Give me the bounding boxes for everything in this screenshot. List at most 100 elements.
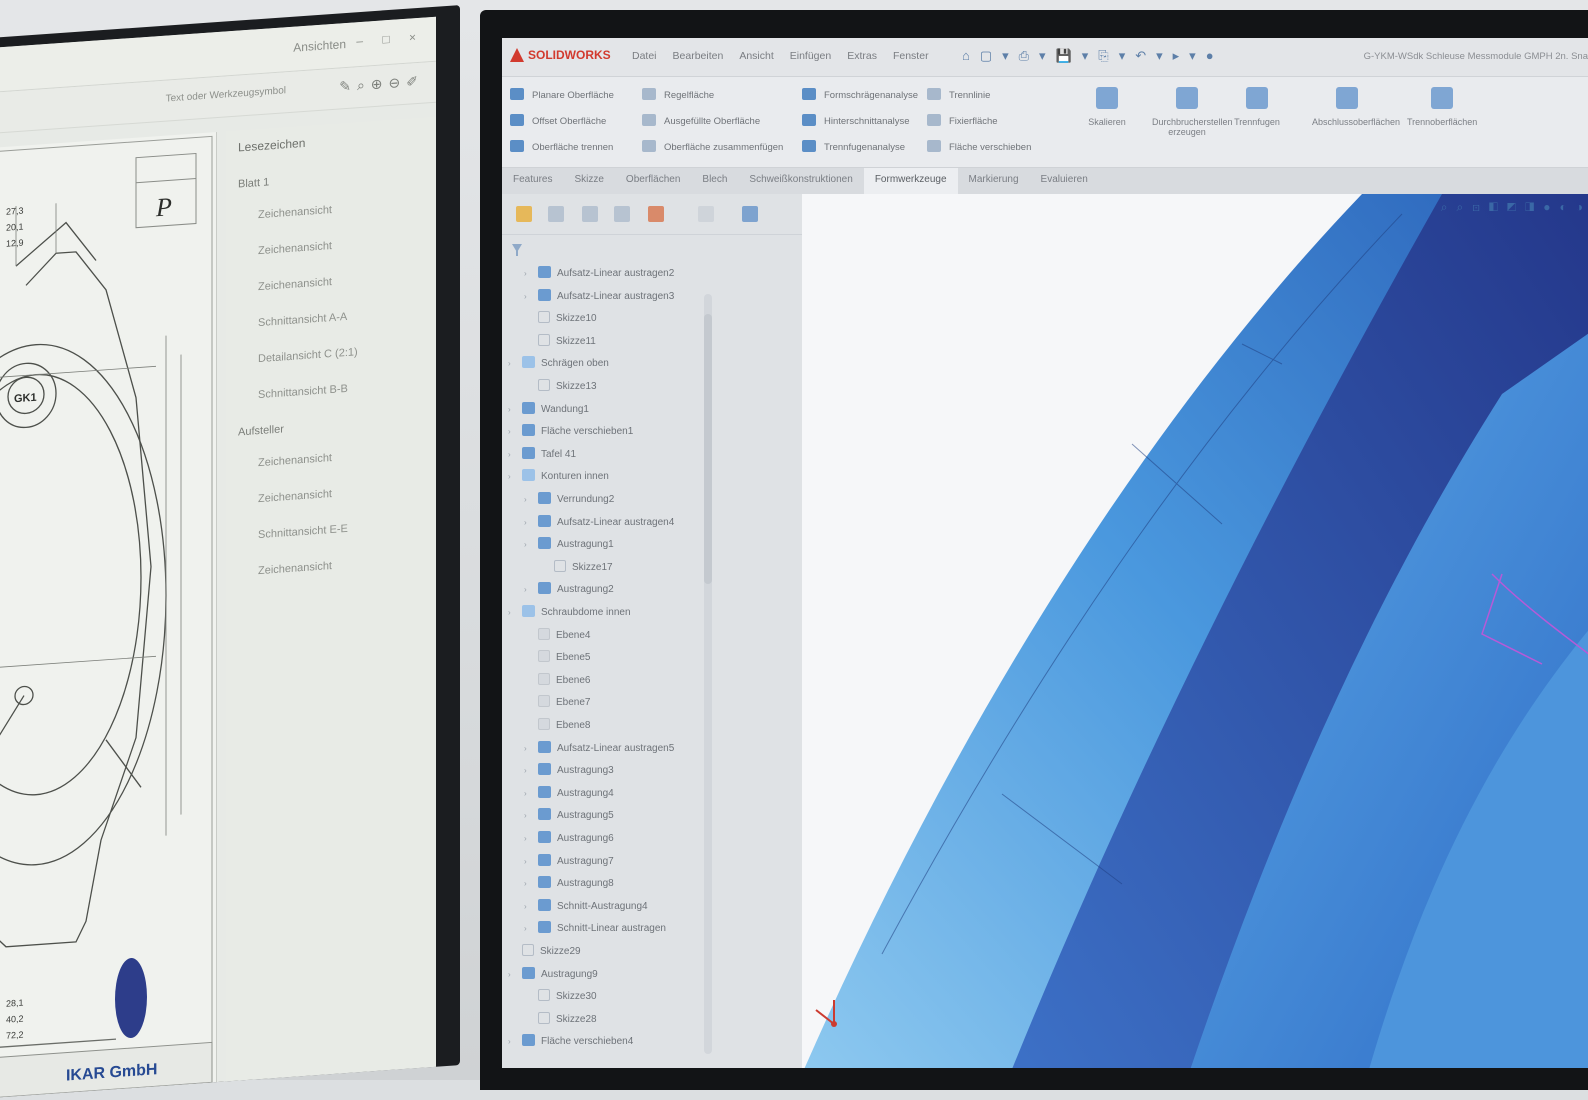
expand-chevron-icon[interactable]: › xyxy=(524,744,534,753)
ribbon-large-button[interactable]: Trennfugen xyxy=(1222,87,1292,127)
ribbon-button[interactable]: Trennlinie xyxy=(927,83,1031,109)
graphics-viewport[interactable]: ⌕⌕⊡◧◩◨●◐◑ xyxy=(802,194,1588,1068)
feature-tree-item[interactable]: › Wandung1 xyxy=(508,401,589,422)
feature-tree-item[interactable]: › Aufsatz-Linear austragen4 xyxy=(524,514,674,535)
feature-tree-tab-icon[interactable] xyxy=(516,206,532,222)
expand-chevron-icon[interactable]: › xyxy=(508,405,518,414)
ribbon-button[interactable]: Planare Oberfläche xyxy=(510,83,614,109)
menu-item[interactable]: Bearbeiten xyxy=(673,50,724,62)
expand-chevron-icon[interactable]: › xyxy=(524,495,534,504)
feature-tree-item[interactable]: › Aufsatz-Linear austragen5 xyxy=(524,740,674,761)
menu-item[interactable]: Einfügen xyxy=(790,50,831,62)
expand-chevron-icon[interactable]: › xyxy=(508,450,518,459)
expand-chevron-icon[interactable]: › xyxy=(524,879,534,888)
feature-tree-item[interactable]: › Austragung9 xyxy=(508,966,598,987)
expand-chevron-icon[interactable]: › xyxy=(524,585,534,594)
menu-item[interactable]: Ansicht xyxy=(739,50,773,62)
quick-access-icons[interactable]: ⌂▢▾⎙▾💾▾⎘▾↶▾▸▾● xyxy=(962,48,1224,64)
feature-tree-item[interactable]: Skizze10 xyxy=(524,311,597,331)
feature-tree-item[interactable]: Ebene4 xyxy=(524,627,590,648)
feature-tree-item[interactable]: › Austragung7 xyxy=(524,853,614,874)
feature-tree-item[interactable]: Ebene6 xyxy=(524,672,590,693)
feature-tree-item[interactable]: › Austragung8 xyxy=(524,876,614,896)
feature-tree-item[interactable]: › Fläche verschieben4 xyxy=(508,1034,633,1054)
arrow-left-icon[interactable] xyxy=(698,206,714,222)
feature-tree-item[interactable]: Skizze13 xyxy=(524,379,597,399)
feature-tree-item[interactable]: Skizze28 xyxy=(524,1011,597,1032)
command-tab[interactable]: Markierung xyxy=(958,168,1030,194)
expand-chevron-icon[interactable]: › xyxy=(524,540,534,549)
expand-chevron-icon[interactable]: › xyxy=(524,766,534,775)
feature-tree-item[interactable]: › Austragung2 xyxy=(524,582,614,602)
ribbon-button[interactable]: Oberfläche zusammenfügen xyxy=(642,135,783,161)
ribbon-button[interactable]: Regelfläche xyxy=(642,83,783,109)
feature-tree-item[interactable]: › Austragung5 xyxy=(524,808,614,828)
feature-tree-item[interactable]: Skizze29 xyxy=(508,944,581,964)
expand-chevron-icon[interactable]: › xyxy=(524,924,534,933)
appearance-icon[interactable] xyxy=(742,206,758,222)
command-tab[interactable]: Formwerkzeuge xyxy=(863,168,958,194)
feature-tree-item[interactable]: › Austragung1 xyxy=(524,537,614,557)
expand-chevron-icon[interactable]: › xyxy=(524,834,534,843)
window-controls-icon[interactable]: – □ × xyxy=(356,30,424,49)
ribbon-large-button[interactable]: Durchbrucherstellen erzeugen xyxy=(1152,87,1233,137)
display-manager-tab-icon[interactable] xyxy=(648,206,664,222)
feature-tree-item[interactable]: Ebene7 xyxy=(524,695,590,715)
feature-tree-item[interactable]: › Schraubdome innen xyxy=(508,605,631,625)
menu-item[interactable]: Datei xyxy=(632,50,657,62)
ribbon-button[interactable]: Fixierfläche xyxy=(927,109,1031,135)
ribbon-button[interactable]: Hinterschnittanalyse xyxy=(802,109,918,135)
expand-chevron-icon[interactable]: › xyxy=(524,902,534,911)
feature-tree-item[interactable]: Skizze11 xyxy=(524,333,596,354)
feature-tree-item[interactable]: Skizze17 xyxy=(540,559,613,580)
command-tab[interactable]: Blech xyxy=(691,168,738,194)
expand-chevron-icon[interactable]: › xyxy=(524,518,534,527)
expand-chevron-icon[interactable]: › xyxy=(508,1037,518,1046)
command-tab[interactable]: Schweißkonstruktionen xyxy=(738,168,863,194)
expand-chevron-icon[interactable]: › xyxy=(508,608,518,617)
solidworks-logo[interactable]: SOLIDWORKS xyxy=(510,48,611,62)
ribbon-button[interactable]: Offset Oberfläche xyxy=(510,109,614,135)
feature-tree-item[interactable]: › Aufsatz-Linear austragen3 xyxy=(524,288,674,309)
ribbon-button[interactable]: Trennfugenanalyse xyxy=(802,135,918,161)
tree-scrollbar[interactable] xyxy=(704,294,712,1054)
feature-tree-item[interactable]: › Fläche verschieben1 xyxy=(508,424,633,444)
feature-tree-item[interactable]: › Austragung3 xyxy=(524,763,614,783)
ribbon-button[interactable]: Formschrägenanalyse xyxy=(802,83,918,109)
command-tab[interactable]: Oberflächen xyxy=(615,168,691,194)
command-tab[interactable]: Skizze xyxy=(563,168,614,194)
feature-tree-item[interactable]: Skizze30 xyxy=(524,989,597,1009)
ribbon-button[interactable]: Fläche verschieben xyxy=(927,135,1031,161)
feature-tree-item[interactable]: › Austragung4 xyxy=(524,785,614,806)
expand-chevron-icon[interactable]: › xyxy=(508,359,518,368)
ribbon-large-button[interactable]: Skalieren xyxy=(1072,87,1142,127)
feature-tree-item[interactable]: › Konturen innen xyxy=(508,469,609,489)
feature-tree-item[interactable]: › Austragung6 xyxy=(524,831,614,851)
feature-tree-item[interactable]: › Aufsatz-Linear austragen2 xyxy=(524,266,674,286)
expand-chevron-icon[interactable]: › xyxy=(524,857,534,866)
pdf-tools-icon[interactable]: ✎⌕⊕⊖✐ xyxy=(339,73,424,96)
expand-chevron-icon[interactable]: › xyxy=(508,427,518,436)
property-manager-tab-icon[interactable] xyxy=(548,206,564,222)
expand-chevron-icon[interactable]: › xyxy=(508,472,518,481)
feature-tree-item[interactable]: › Schnitt-Austragung4 xyxy=(524,898,648,919)
filter-icon[interactable] xyxy=(512,244,522,256)
expand-chevron-icon[interactable]: › xyxy=(524,789,534,798)
ribbon-large-button[interactable]: Trennoberflächen xyxy=(1407,87,1477,127)
feature-tree-item[interactable]: › Tafel 41 xyxy=(508,446,576,467)
feature-tree-item[interactable]: › Schnitt-Linear austragen xyxy=(524,921,666,941)
expand-chevron-icon[interactable]: › xyxy=(524,269,534,278)
feature-tree-item[interactable]: Ebene8 xyxy=(524,718,590,738)
command-tab[interactable]: Features xyxy=(502,168,563,194)
feature-tree-item[interactable]: › Schrägen oben xyxy=(508,356,609,376)
feature-tree-item[interactable]: › Verrundung2 xyxy=(524,492,614,512)
expand-chevron-icon[interactable]: › xyxy=(524,292,534,301)
dimxpert-tab-icon[interactable] xyxy=(614,206,630,222)
menu-item[interactable]: Extras xyxy=(847,50,877,62)
menu-item[interactable]: Fenster xyxy=(893,50,929,62)
ribbon-button[interactable]: Oberfläche trennen xyxy=(510,135,614,161)
expand-chevron-icon[interactable]: › xyxy=(508,970,518,979)
heads-up-view-toolbar-icon[interactable]: ⌕⌕⊡◧◩◨●◐◑ xyxy=(1441,200,1588,220)
ribbon-large-button[interactable]: Abschlussoberflächen xyxy=(1312,87,1400,127)
feature-tree-item[interactable]: Ebene5 xyxy=(524,650,590,670)
